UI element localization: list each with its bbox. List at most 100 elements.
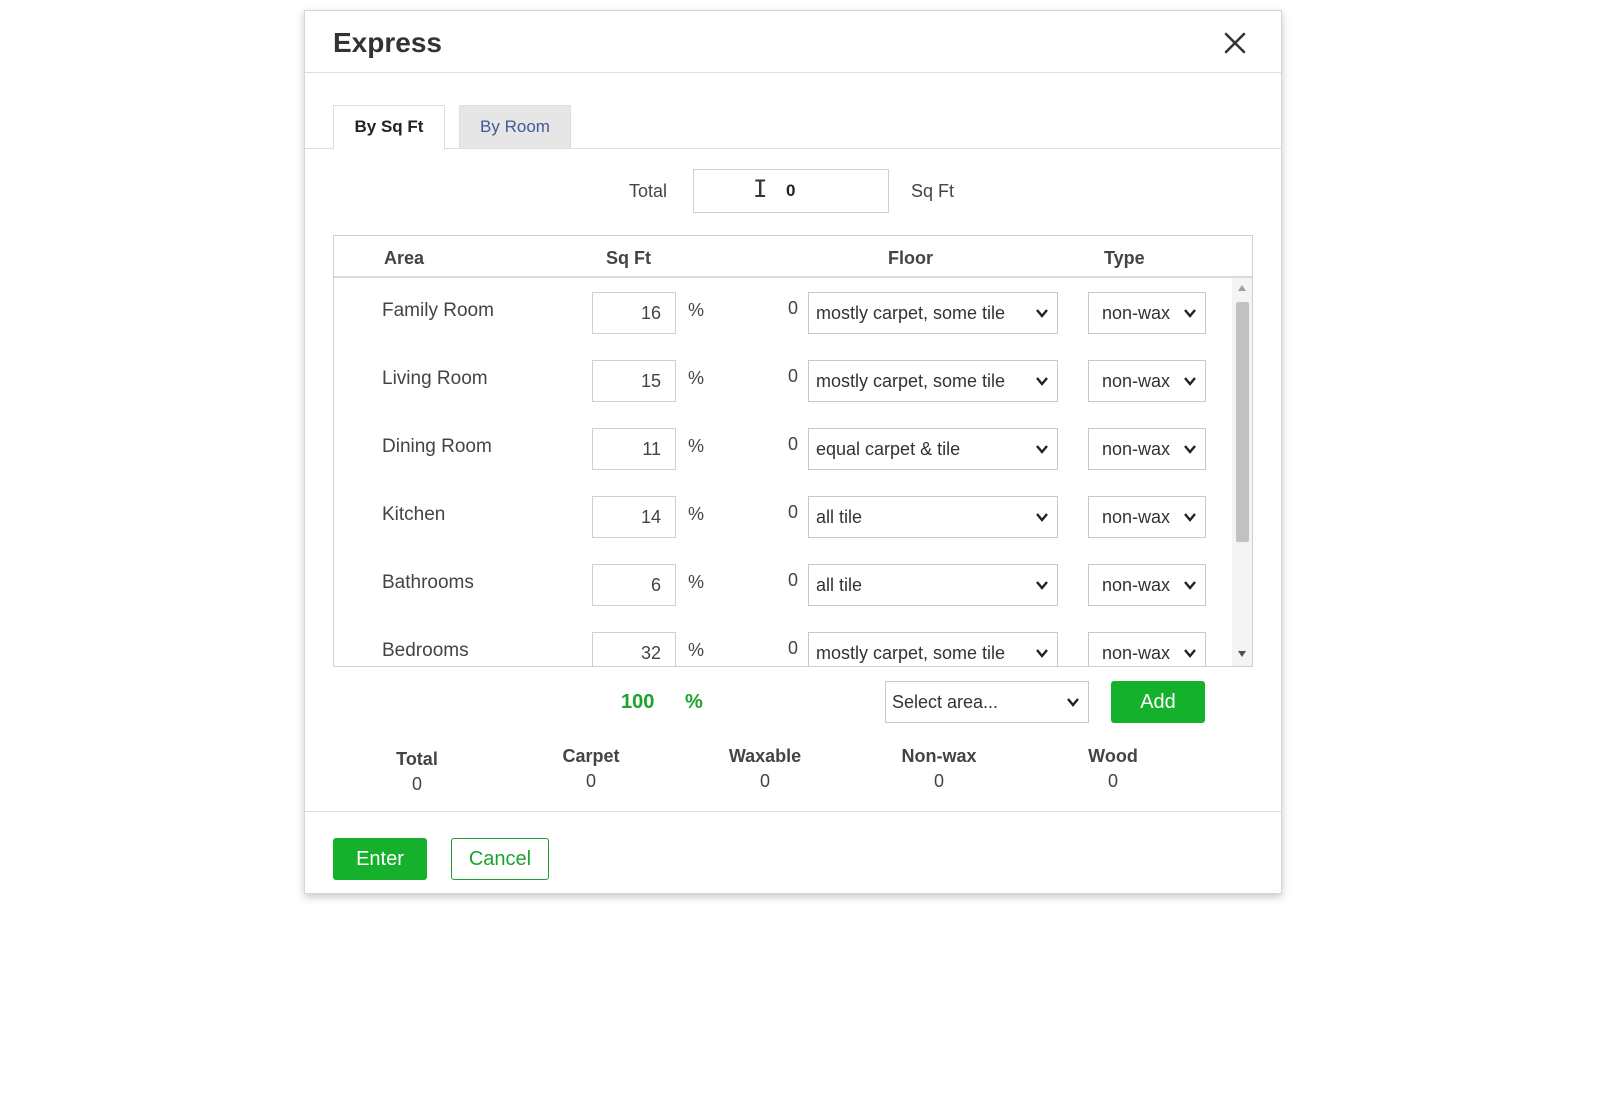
- chevron-down-icon: [1184, 649, 1196, 658]
- type-select[interactable]: non-wax: [1088, 360, 1206, 402]
- total-unit-label: Sq Ft: [911, 181, 955, 201]
- chevron-down-icon: [1067, 698, 1079, 707]
- chevron-down-icon: [1184, 513, 1196, 522]
- area-name: Bedrooms: [382, 640, 469, 661]
- chevron-down-icon: [1184, 309, 1196, 318]
- dialog-title: Express: [333, 27, 442, 58]
- totals-summary: Total 0 Carpet 0 Waxable 0 Non-wax 0 Woo…: [305, 746, 1281, 799]
- table-scrollbar[interactable]: [1232, 278, 1252, 666]
- area-sqft-input[interactable]: [592, 360, 676, 402]
- table-row: Living Room% 0 mostly carpet, some tile non…: [334, 346, 1234, 416]
- summary-row: 100 % Select area... Add: [305, 679, 1281, 725]
- chevron-down-icon: [1036, 309, 1048, 318]
- type-select[interactable]: non-wax: [1088, 292, 1206, 334]
- floor-select[interactable]: mostly carpet, some tile: [808, 292, 1058, 334]
- totals-value-carpet: 0: [585, 771, 596, 791]
- chevron-down-icon: [1036, 649, 1048, 658]
- text-cursor-icon: I: [753, 175, 768, 203]
- totals-label-carpet: Carpet: [562, 746, 620, 766]
- totals-value-non-wax: 0: [933, 771, 944, 791]
- percent-label: %: [688, 640, 705, 660]
- calculated-sqft: 0: [787, 366, 798, 386]
- chevron-down-icon: [1036, 581, 1048, 590]
- tab-by-room[interactable]: By Room: [459, 105, 571, 149]
- calculated-sqft: 0: [787, 298, 798, 318]
- percent-total: 100: [621, 691, 655, 713]
- floor-select-value: mostly carpet, some tile: [816, 371, 1006, 391]
- percent-symbol: %: [685, 691, 703, 713]
- floor-select-value: mostly carpet, some tile: [816, 643, 1006, 663]
- type-select-value: non-wax: [1102, 371, 1171, 391]
- table-row: Family Room% 0 mostly carpet, some tile non…: [334, 278, 1234, 348]
- type-select[interactable]: non-wax: [1088, 564, 1206, 606]
- table-row: Bedrooms% 0 mostly carpet, some tile non-wa…: [334, 618, 1234, 666]
- header-sqft: Sq Ft: [606, 248, 651, 268]
- area-name: Dining Room: [382, 436, 492, 457]
- enter-button[interactable]: Enter: [333, 838, 427, 880]
- calculated-sqft: 0: [787, 502, 798, 522]
- scroll-down-arrow-icon[interactable]: [1237, 650, 1247, 658]
- floor-select-value: equal carpet & tile: [816, 439, 961, 459]
- percent-label: %: [688, 436, 705, 456]
- add-button[interactable]: Add: [1111, 681, 1205, 723]
- floor-select[interactable]: equal carpet & tile: [808, 428, 1058, 470]
- chevron-down-icon: [1184, 377, 1196, 386]
- dialog-header: Express: [305, 11, 1281, 73]
- cancel-button[interactable]: Cancel: [451, 838, 549, 880]
- scroll-up-arrow-icon[interactable]: [1237, 284, 1247, 292]
- tab-by-sq-ft[interactable]: By Sq Ft: [333, 105, 445, 150]
- tab-bar: By Sq Ft By Room: [305, 73, 1281, 150]
- floor-select[interactable]: all tile: [808, 564, 1058, 606]
- chevron-down-icon: [1036, 513, 1048, 522]
- type-select[interactable]: non-wax: [1088, 632, 1206, 666]
- table-row: Bathrooms% 0 all tile non-wax: [334, 550, 1234, 620]
- table-body: Family Room% 0 mostly carpet, some tile non…: [334, 278, 1234, 666]
- chevron-down-icon: [1036, 377, 1048, 386]
- area-name: Bathrooms: [382, 572, 474, 593]
- totals-value-waxable: 0: [759, 771, 770, 791]
- totals-value-wood: 0: [1107, 771, 1118, 791]
- floor-select[interactable]: all tile: [808, 496, 1058, 538]
- percent-label: %: [688, 300, 705, 320]
- type-select-value: non-wax: [1102, 303, 1171, 323]
- chevron-down-icon: [1184, 581, 1196, 590]
- floor-select-value: all tile: [816, 507, 863, 527]
- floor-select[interactable]: mostly carpet, some tile: [808, 360, 1058, 402]
- totals-label-non-wax: Non-wax: [901, 746, 977, 766]
- header-area: Area: [384, 248, 425, 268]
- areas-table: Area Sq Ft Floor Type Family Room% 0 mostl…: [333, 235, 1253, 667]
- type-select-value: non-wax: [1102, 439, 1171, 459]
- total-sqft-row: Total I Sq Ft: [305, 169, 1281, 215]
- area-sqft-input[interactable]: [592, 632, 676, 666]
- area-name: Family Room: [382, 300, 494, 321]
- area-sqft-input[interactable]: [592, 428, 676, 470]
- close-icon[interactable]: [1219, 27, 1251, 59]
- non-wax-column: Non-wax 0: [869, 746, 1009, 792]
- percent-label: %: [688, 368, 705, 388]
- scroll-thumb[interactable]: [1236, 302, 1249, 542]
- type-select-value: non-wax: [1102, 575, 1171, 595]
- type-select[interactable]: non-wax: [1088, 496, 1206, 538]
- area-name: Living Room: [382, 368, 488, 389]
- header-floor: Floor: [888, 248, 933, 268]
- chevron-down-icon: [1036, 445, 1048, 454]
- percent-label: %: [688, 572, 705, 592]
- total-column: Total 0: [347, 749, 487, 795]
- total-label: Total: [629, 181, 668, 201]
- table-row: Kitchen% 0 all tile non-wax: [334, 482, 1234, 552]
- express-dialog: Express By Sq Ft By Room Total I Sq Ft A…: [304, 10, 1282, 894]
- area-sqft-input[interactable]: [592, 496, 676, 538]
- carpet-column: Carpet 0: [521, 746, 661, 792]
- percent-label: %: [688, 504, 705, 524]
- calculated-sqft: 0: [787, 570, 798, 590]
- wood-column: Wood 0: [1043, 746, 1183, 792]
- area-sqft-input[interactable]: [592, 292, 676, 334]
- type-select-value: non-wax: [1102, 643, 1171, 663]
- area-sqft-input[interactable]: [592, 564, 676, 606]
- total-sqft-input[interactable]: [693, 169, 889, 213]
- table-row: Dining Room% 0 equal carpet & tile non-wax: [334, 414, 1234, 484]
- select-area-dropdown[interactable]: Select area...: [885, 681, 1089, 723]
- chevron-down-icon: [1184, 445, 1196, 454]
- floor-select[interactable]: mostly carpet, some tile: [808, 632, 1058, 666]
- type-select[interactable]: non-wax: [1088, 428, 1206, 470]
